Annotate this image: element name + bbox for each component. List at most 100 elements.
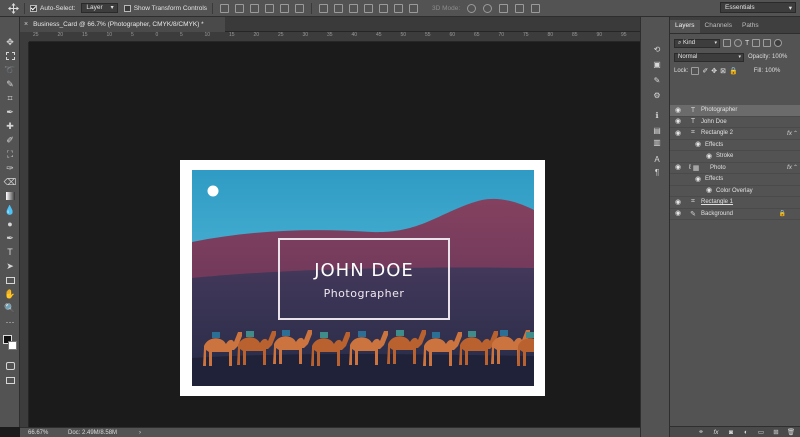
lock-all-icon[interactable]: 🔒	[729, 67, 738, 75]
visibility-eye-icon[interactable]: ◉	[695, 141, 702, 148]
layer-row[interactable]: ◉ T Photographer	[670, 105, 800, 117]
blend-mode-dropdown[interactable]: Normal	[674, 52, 744, 62]
collapse-effects-icon[interactable]: ⌃	[793, 130, 798, 137]
character-panel-icon[interactable]: A	[652, 154, 662, 164]
visibility-eye-icon[interactable]: ◉	[675, 210, 682, 217]
align-hcenter-icon[interactable]	[280, 3, 290, 13]
brush-panel-icon[interactable]: ✎	[652, 75, 662, 85]
history-brush-tool-icon[interactable]: ✑	[3, 162, 17, 174]
align-left-icon[interactable]	[265, 3, 275, 13]
visibility-eye-icon[interactable]: ◉	[675, 107, 682, 114]
add-mask-icon[interactable]: ◙	[726, 428, 736, 437]
clone-stamp-tool-icon[interactable]: ⛶	[3, 148, 17, 160]
layer-row[interactable]: ◉ ⌗ Rectangle 2 fx ⌃	[670, 128, 800, 140]
new-group-icon[interactable]: ▭	[756, 428, 766, 437]
quick-select-tool-icon[interactable]: ✎	[3, 78, 17, 90]
filter-adjustment-icon[interactable]	[734, 39, 742, 47]
business-card[interactable]: JOHN DOE Photographer	[180, 160, 545, 396]
filter-smart-object-icon[interactable]	[763, 39, 772, 47]
show-transform-controls-checkbox[interactable]: Show Transform Controls	[123, 0, 207, 17]
layer-row[interactable]: ◉ T John Doe	[670, 117, 800, 128]
visibility-eye-icon[interactable]: ◉	[675, 118, 682, 125]
filter-pixel-icon[interactable]	[723, 39, 731, 47]
align-right-icon[interactable]	[295, 3, 305, 13]
distribute-hcenter-icon[interactable]	[379, 3, 389, 13]
color-swatches[interactable]	[3, 335, 17, 351]
visibility-eye-icon[interactable]: ◉	[706, 153, 713, 160]
background-color-swatch[interactable]	[8, 341, 17, 350]
adjustments-panel-icon[interactable]: ⚙	[652, 90, 662, 100]
name-frame[interactable]: JOHN DOE Photographer	[278, 238, 450, 320]
screen-mode-icon[interactable]	[3, 374, 17, 386]
visibility-eye-icon[interactable]: ◉	[675, 164, 682, 171]
ruler-corner[interactable]	[20, 32, 29, 42]
filter-shape-icon[interactable]	[752, 39, 761, 47]
pen-tool-icon[interactable]: ✒	[3, 232, 17, 244]
distribute-vcenter-icon[interactable]	[334, 3, 344, 13]
dodge-tool-icon[interactable]: ●	[3, 218, 17, 230]
lasso-tool-icon[interactable]: ➰	[3, 64, 17, 76]
workspace-switcher[interactable]: Essentials	[720, 2, 796, 13]
more-tools-icon[interactable]: ⋯	[3, 316, 17, 328]
hand-tool-icon[interactable]: ✋	[3, 288, 17, 300]
move-tool-icon[interactable]	[8, 0, 19, 17]
visibility-eye-icon[interactable]: ◉	[695, 176, 702, 183]
marquee-tool-icon[interactable]	[3, 50, 17, 62]
properties-panel-icon[interactable]: ▣	[652, 59, 662, 69]
path-selection-tool-icon[interactable]: ➤	[3, 260, 17, 272]
distribute-top-icon[interactable]	[319, 3, 329, 13]
zoom-tool-icon[interactable]: 🔍	[3, 302, 17, 314]
card-name[interactable]: JOHN DOE	[280, 260, 448, 281]
navigator-panel-icon[interactable]: ▤	[652, 125, 662, 135]
lock-artboard-icon[interactable]: ⊠	[720, 67, 726, 75]
filter-type-icon[interactable]: T	[745, 40, 749, 47]
link-layers-icon[interactable]: ⚭	[696, 428, 706, 437]
horizontal-ruler[interactable]: 25 20 15 10 5 0 5 10 15 20 25 30 35 40 45 50 55 60 65 70 75 8…	[29, 32, 640, 42]
layer-row[interactable]: ◉ Color Overlay	[670, 186, 800, 197]
document-tab[interactable]: × Business_Card @ 66.7% (Photographer, C…	[20, 17, 225, 32]
crop-tool-icon[interactable]: ⌗	[3, 92, 17, 104]
visibility-eye-icon[interactable]: ◉	[675, 199, 682, 206]
zoom-level-field[interactable]: 66.67%	[20, 430, 60, 436]
opacity-value[interactable]: 100%	[772, 54, 787, 60]
layer-row[interactable]: ◉ Stroke	[670, 151, 800, 163]
3d-scale-icon[interactable]	[531, 3, 541, 13]
auto-align-icon[interactable]	[409, 3, 419, 13]
history-panel-icon[interactable]: ⟲	[652, 44, 662, 54]
type-tool-icon[interactable]: T	[3, 246, 17, 258]
layer-row[interactable]: ◉ Effects	[670, 140, 800, 151]
brush-tool-icon[interactable]: ✐	[3, 134, 17, 146]
eraser-tool-icon[interactable]: ⌫	[3, 176, 17, 188]
tab-layers[interactable]: Layers	[670, 20, 700, 33]
auto-select-target-dropdown[interactable]: Layer	[81, 3, 118, 13]
distribute-bottom-icon[interactable]	[349, 3, 359, 13]
paragraph-panel-icon[interactable]: ¶	[652, 167, 662, 177]
layer-row[interactable]: ◉ ▦ ℓ Photo fx ⌃	[670, 163, 800, 174]
swatches-panel-icon[interactable]: ▥	[652, 137, 662, 147]
vertical-ruler[interactable]	[20, 42, 29, 427]
visibility-eye-icon[interactable]: ◉	[675, 130, 682, 137]
layer-fx-icon[interactable]: fx	[787, 130, 792, 137]
card-photo[interactable]: JOHN DOE Photographer	[192, 170, 534, 386]
lock-position-icon[interactable]: ✥	[711, 67, 717, 75]
close-tab-icon[interactable]: ×	[24, 21, 28, 28]
auto-select-checkbox[interactable]: Auto-Select:	[30, 0, 75, 17]
document-canvas[interactable]: JOHN DOE Photographer	[29, 43, 640, 427]
fill-value[interactable]: 100%	[765, 68, 780, 74]
distribute-left-icon[interactable]	[364, 3, 374, 13]
3d-roll-icon[interactable]	[483, 3, 493, 13]
align-top-icon[interactable]	[220, 3, 230, 13]
eyedropper-tool-icon[interactable]: ✒	[3, 106, 17, 118]
rectangle-tool-icon[interactable]	[3, 274, 17, 286]
info-panel-icon[interactable]: ℹ	[652, 110, 662, 120]
lock-image-icon[interactable]: ✐	[702, 67, 708, 75]
tab-paths[interactable]: Paths	[737, 20, 764, 33]
add-style-icon[interactable]: fx	[711, 428, 721, 437]
quick-mask-icon[interactable]	[3, 360, 17, 372]
align-vcenter-icon[interactable]	[235, 3, 245, 13]
collapse-effects-icon[interactable]: ⌃	[793, 164, 798, 171]
distribute-right-icon[interactable]	[394, 3, 404, 13]
card-title[interactable]: Photographer	[280, 287, 448, 300]
tab-channels[interactable]: Channels	[700, 20, 737, 33]
lock-transparent-icon[interactable]	[691, 67, 700, 75]
